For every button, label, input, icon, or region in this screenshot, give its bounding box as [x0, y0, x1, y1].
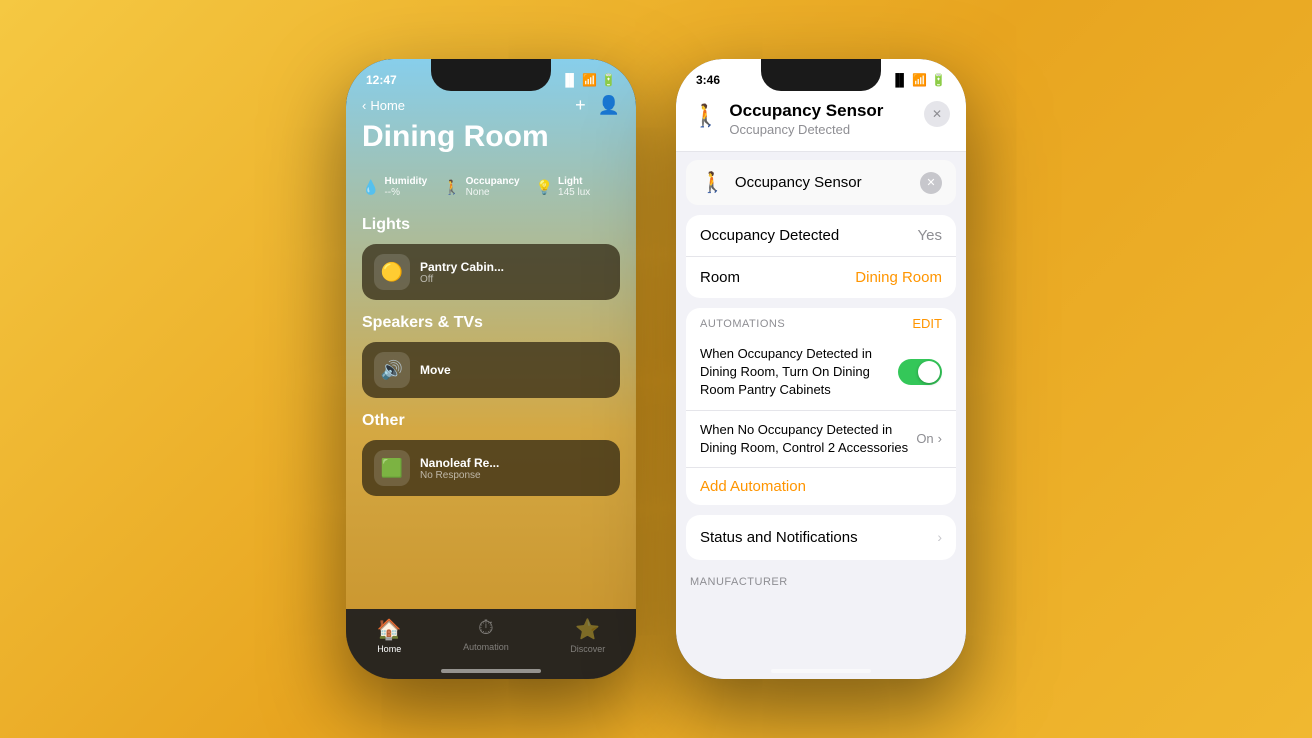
tab-discover-label: Discover — [570, 644, 605, 654]
phone-notch-right — [761, 59, 881, 91]
light-icon: 💡 — [536, 179, 553, 196]
sensor-detail-header: 🚶 Occupancy Sensor Occupancy Detected ✕ — [676, 91, 966, 152]
other-section-title: Other — [346, 402, 636, 436]
tab-automation-label: Automation — [463, 642, 509, 652]
automation-2-chevron-icon: › — [938, 431, 942, 446]
automation-row-2[interactable]: When No Occupancy Detected in Dining Roo… — [686, 411, 956, 468]
automation-2-control: On › — [916, 431, 942, 446]
sensor-wifi-icon: 📶 — [912, 73, 927, 87]
automations-section-header: AUTOMATIONS EDIT — [686, 308, 956, 335]
humidity-value: --% — [384, 187, 427, 198]
card-close-button[interactable]: ✕ — [920, 172, 942, 194]
automation-row-1: When Occupancy Detected in Dining Room, … — [686, 335, 956, 411]
humidity-sensor: 💧 Humidity --% — [362, 176, 427, 198]
move-device-card[interactable]: 🔊 Move — [362, 342, 620, 398]
dining-screen: 12:47 ▐▌ 📶 🔋 ‹ Home + 👤 Dining Room — [346, 59, 636, 679]
room-value[interactable]: Dining Room — [855, 269, 942, 286]
automation-2-text: When No Occupancy Detected in Dining Roo… — [700, 421, 916, 457]
occupancy-sensor: 🚶 Occupancy None — [443, 176, 519, 198]
automation-1-toggle[interactable] — [898, 359, 942, 385]
home-icon: 🏠 — [377, 617, 402, 642]
phone-notch — [431, 59, 551, 91]
light-value: 145 lux — [558, 187, 590, 198]
left-phone: 12:47 ▐▌ 📶 🔋 ‹ Home + 👤 Dining Room — [346, 59, 636, 679]
humidity-label: Humidity — [384, 176, 427, 187]
back-button[interactable]: ‹ Home — [362, 98, 405, 113]
manufacturer-section-label: MANUFACTURER — [676, 570, 966, 592]
pantry-name: Pantry Cabin... — [420, 260, 504, 274]
discover-icon: ⭐ — [575, 617, 600, 642]
signal-icon: ▐▌ — [561, 73, 578, 87]
wifi-icon: 📶 — [582, 73, 597, 87]
automation-2-on-label: On — [916, 431, 933, 446]
room-label: Room — [700, 269, 740, 286]
header-sensor-name: Occupancy Sensor — [729, 101, 914, 121]
tab-home-label: Home — [377, 644, 401, 654]
occupancy-detected-row: Occupancy Detected Yes — [686, 215, 956, 257]
person-button[interactable]: 👤 — [598, 95, 620, 116]
nanoleaf-status: No Response — [420, 470, 499, 481]
back-label: Home — [370, 98, 405, 113]
sensor-battery-icon: 🔋 — [931, 73, 946, 87]
occupancy-value: None — [466, 187, 520, 198]
card-sensor-name: Occupancy Sensor — [735, 174, 862, 191]
automations-label: AUTOMATIONS — [700, 318, 785, 330]
card-sensor-icon: 🚶 — [700, 170, 725, 195]
occupancy-icon: 🚶 — [443, 179, 460, 196]
dining-header: ‹ Home + 👤 Dining Room — [346, 91, 636, 164]
status-notifications-card: Status and Notifications › — [686, 515, 956, 560]
humidity-icon: 💧 — [362, 179, 379, 196]
back-chevron-icon: ‹ — [362, 98, 366, 113]
sensor-card-row: 🚶 Occupancy Sensor ✕ — [686, 160, 956, 205]
automation-icon: ⏱ — [478, 617, 494, 640]
nanoleaf-device-card[interactable]: 🟩 Nanoleaf Re... No Response — [362, 440, 620, 496]
room-row: Room Dining Room — [686, 257, 956, 298]
page-title: Dining Room — [362, 120, 620, 154]
status-icons: ▐▌ 📶 🔋 — [561, 73, 616, 87]
header-sensor-person-icon: 🚶 — [692, 103, 719, 129]
status-notifications-row[interactable]: Status and Notifications › — [686, 515, 956, 560]
light-sensor: 💡 Light 145 lux — [536, 176, 591, 198]
tab-home[interactable]: 🏠 Home — [377, 617, 402, 654]
add-automation-button[interactable]: Add Automation — [686, 468, 956, 505]
sensor-signal-icon: ▐▌ — [891, 73, 908, 87]
home-indicator — [441, 669, 541, 673]
move-icon: 🔊 — [374, 352, 410, 388]
battery-icon: 🔋 — [601, 73, 616, 87]
nanoleaf-icon: 🟩 — [374, 450, 410, 486]
sensor-status-icons: ▐▌ 📶 🔋 — [891, 73, 946, 87]
pantry-device-card[interactable]: 🟡 Pantry Cabin... Off — [362, 244, 620, 300]
automation-1-text: When Occupancy Detected in Dining Room, … — [700, 345, 898, 400]
status-notifications-label: Status and Notifications — [700, 529, 858, 546]
move-name: Move — [420, 363, 451, 377]
automations-edit-button[interactable]: EDIT — [912, 316, 942, 331]
add-button[interactable]: + — [575, 95, 586, 116]
header-sensor-subtitle: Occupancy Detected — [729, 122, 914, 137]
sensor-time: 3:46 — [696, 73, 720, 87]
header-close-button[interactable]: ✕ — [924, 101, 950, 127]
nanoleaf-name: Nanoleaf Re... — [420, 456, 499, 470]
tab-automation[interactable]: ⏱ Automation — [463, 617, 509, 652]
home-indicator-right — [771, 669, 871, 673]
occupancy-detected-value: Yes — [918, 227, 942, 244]
sensor-screen: 3:46 ▐▌ 📶 🔋 🚶 Occupancy Sensor Occupancy… — [676, 59, 966, 679]
occupancy-detected-label: Occupancy Detected — [700, 227, 839, 244]
tab-discover[interactable]: ⭐ Discover — [570, 617, 605, 654]
speakers-section-title: Speakers & TVs — [346, 304, 636, 338]
time: 12:47 — [366, 73, 397, 87]
lights-section-title: Lights — [346, 206, 636, 240]
pantry-status: Off — [420, 274, 504, 285]
pantry-icon: 🟡 — [374, 254, 410, 290]
right-phone: 3:46 ▐▌ 📶 🔋 🚶 Occupancy Sensor Occupancy… — [676, 59, 966, 679]
occupancy-label: Occupancy — [466, 176, 520, 187]
automations-card: AUTOMATIONS EDIT When Occupancy Detected… — [686, 308, 956, 505]
header-sensor-info: Occupancy Sensor Occupancy Detected — [729, 101, 914, 137]
sensors-row: 💧 Humidity --% 🚶 Occupancy None 💡 Light … — [346, 168, 636, 206]
status-notifications-chevron-icon: › — [937, 529, 942, 545]
light-label: Light — [558, 176, 590, 187]
info-card: Occupancy Detected Yes Room Dining Room — [686, 215, 956, 298]
